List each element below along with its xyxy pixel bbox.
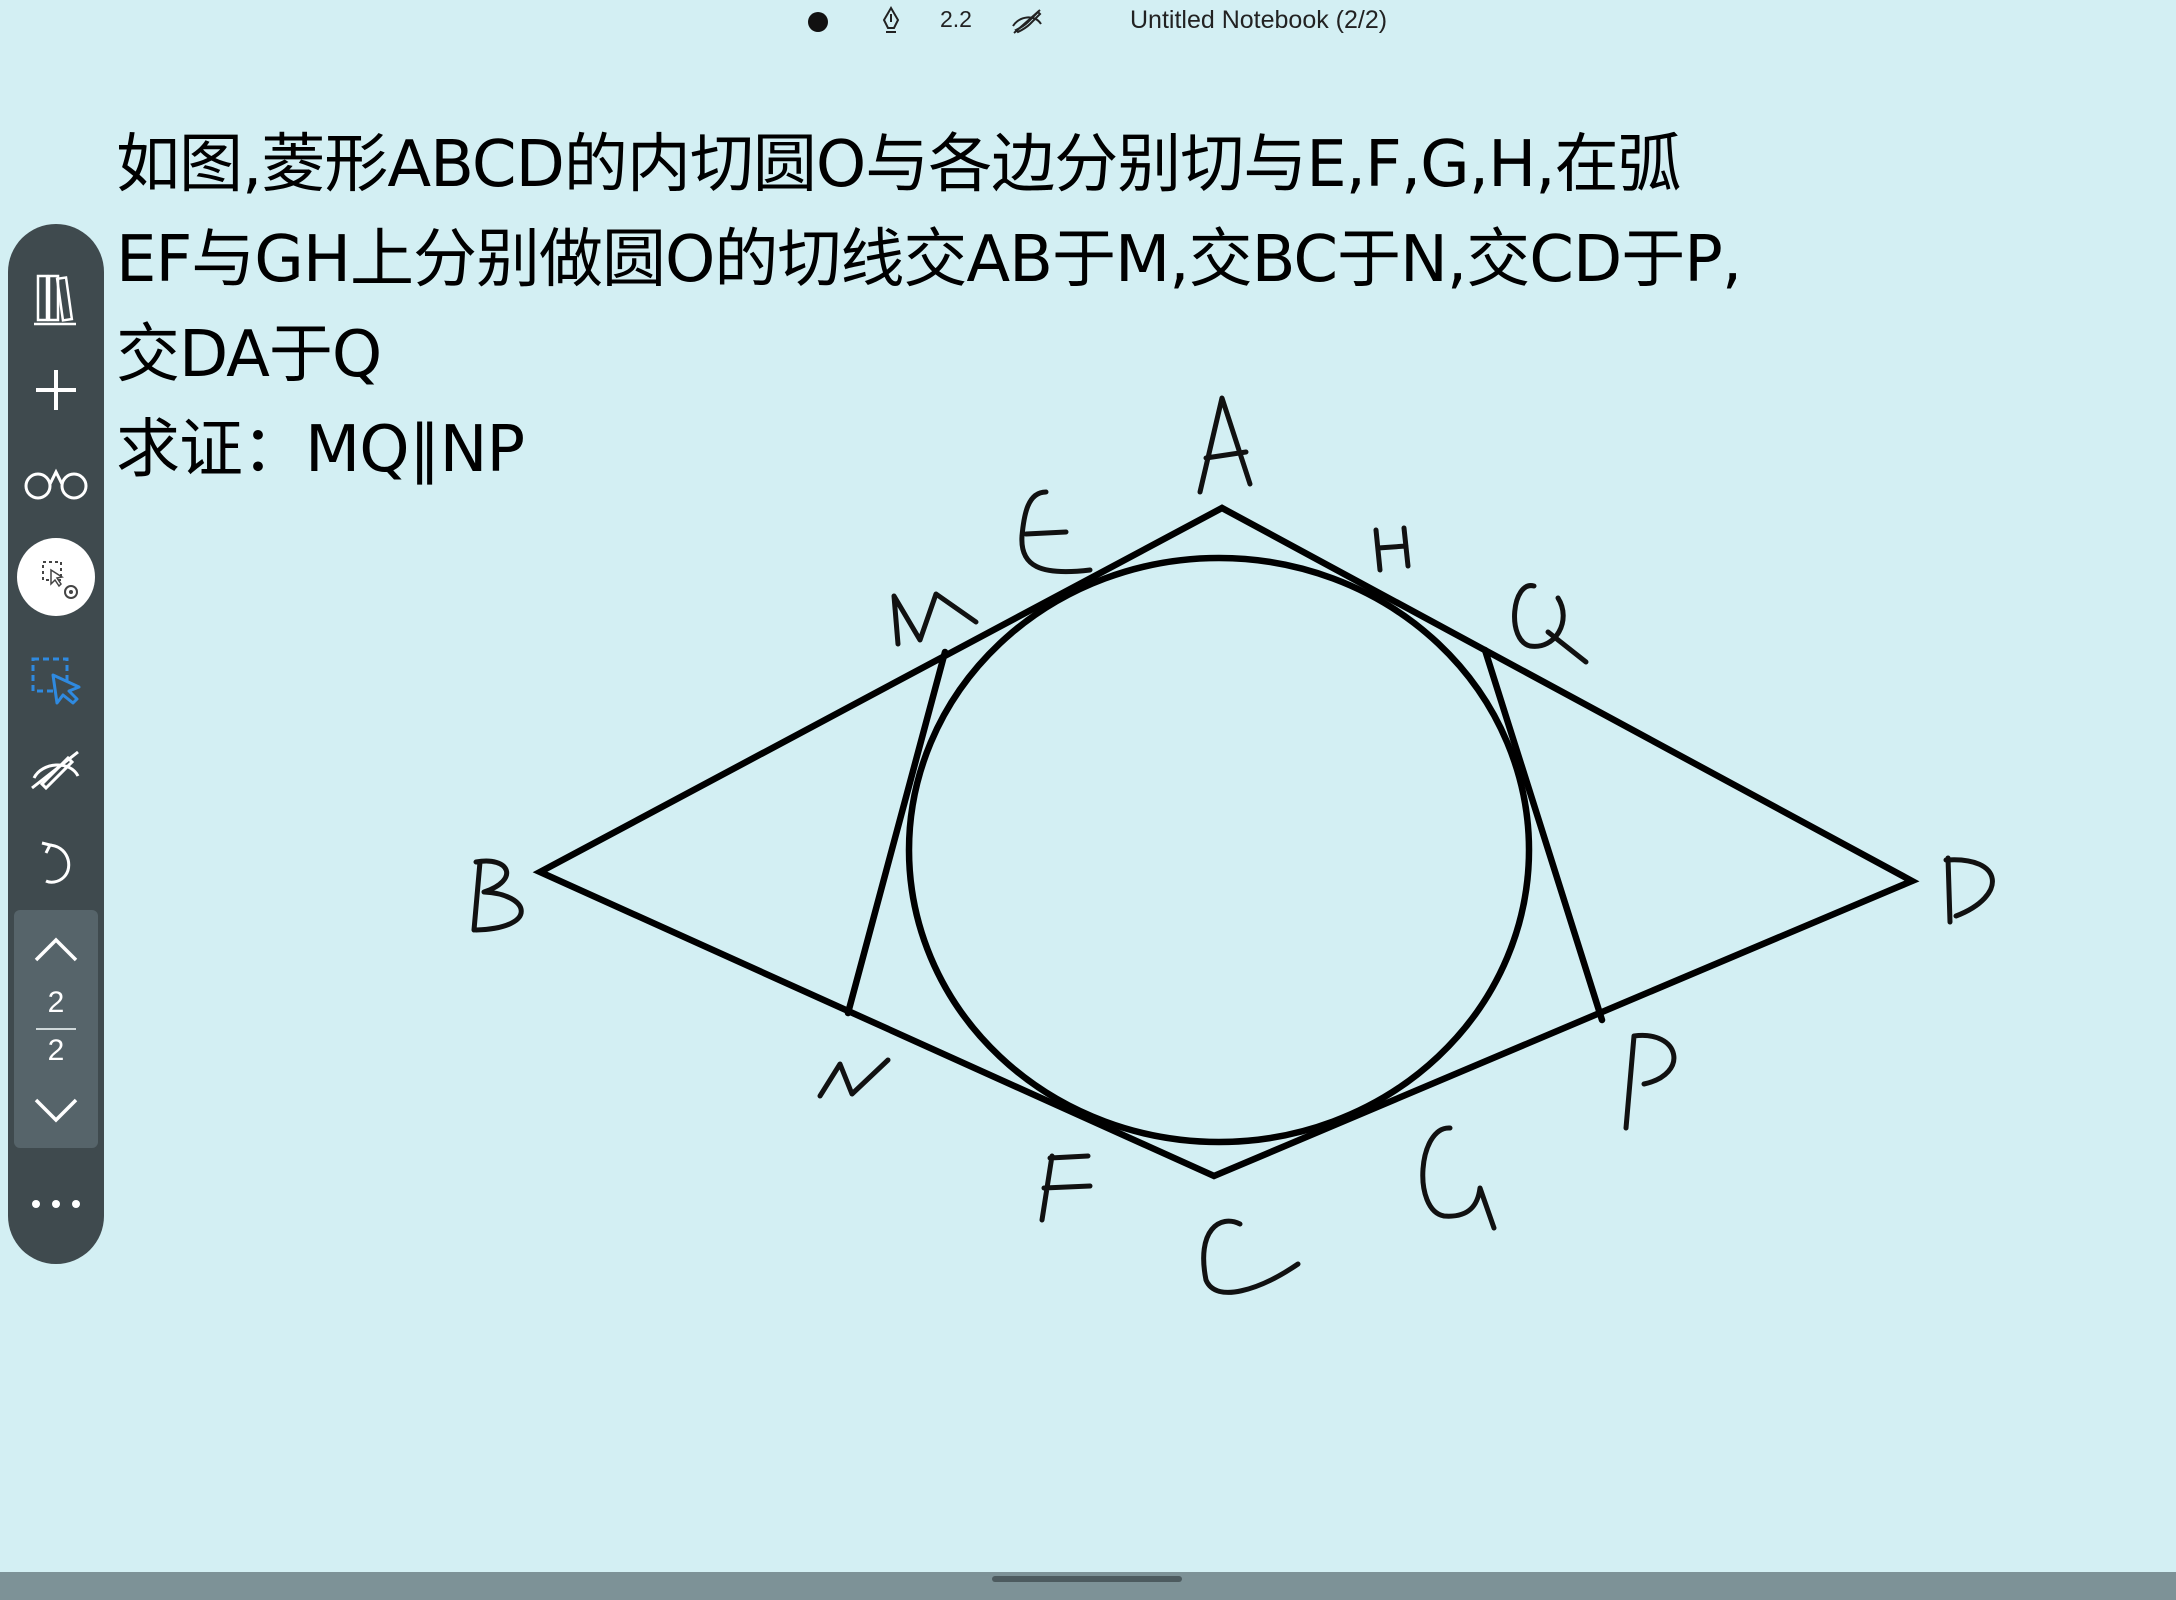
home-indicator[interactable]: [992, 1576, 1182, 1582]
label-d: [1943, 855, 1995, 925]
label-q: [1512, 583, 1589, 665]
library-icon: [34, 274, 76, 326]
label-f: [1039, 1153, 1093, 1223]
hide-handwriting-button[interactable]: [8, 730, 104, 810]
label-a: [1197, 395, 1253, 495]
library-button[interactable]: [8, 260, 104, 340]
geometry-figure: [471, 395, 1995, 1295]
next-page-button[interactable]: [14, 1082, 98, 1138]
add-page-button[interactable]: [8, 350, 104, 430]
add-page-icon: [36, 370, 76, 410]
current-page-number: 2: [47, 986, 65, 1019]
label-h: [1373, 525, 1411, 573]
reading-mode-icon: [24, 468, 88, 500]
lasso-select-button[interactable]: [8, 638, 104, 722]
lasso-settings-button[interactable]: [17, 538, 95, 616]
label-m: [891, 591, 979, 647]
total-page-number: 2: [47, 1034, 65, 1067]
page-divider: [36, 1028, 76, 1030]
lasso-settings-icon: [42, 561, 78, 599]
rhombus-abcd: [532, 504, 1920, 1180]
more-options-button[interactable]: [8, 1174, 104, 1234]
label-e: [1019, 489, 1093, 575]
label-g: [1420, 1125, 1497, 1231]
undo-icon: [41, 841, 71, 884]
chevron-up-icon: [34, 937, 78, 962]
label-p: [1623, 1032, 1677, 1131]
chevron-down-icon: [34, 1098, 78, 1123]
reading-mode-button[interactable]: [8, 442, 104, 522]
previous-page-button[interactable]: [14, 922, 98, 978]
lasso-select-icon: [31, 657, 81, 705]
page-navigator: 2 2: [14, 910, 98, 1148]
hide-handwriting-icon: [31, 750, 80, 791]
left-sidebar: 2 2: [8, 224, 104, 1264]
label-c: [1201, 1218, 1301, 1295]
incircle-o: [905, 554, 1533, 1146]
undo-button[interactable]: [8, 822, 104, 902]
label-n: [817, 1057, 891, 1099]
label-b: [471, 858, 524, 933]
more-dots-icon: [32, 1200, 80, 1208]
